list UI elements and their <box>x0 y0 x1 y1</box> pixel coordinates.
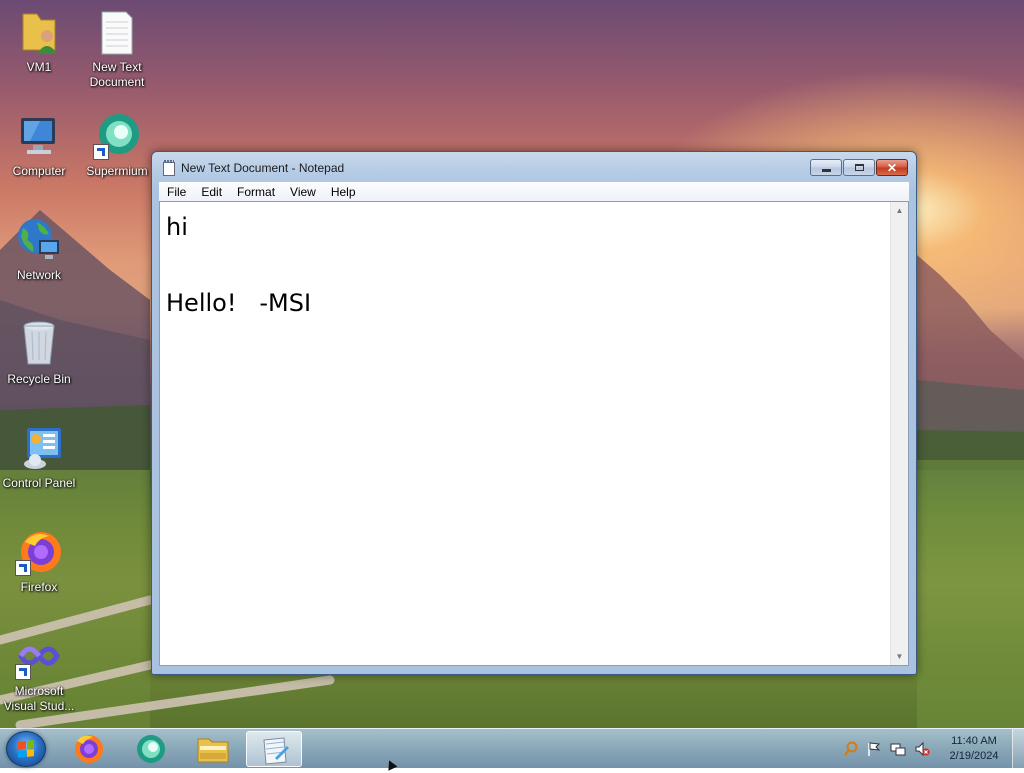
close-icon: ✕ <box>886 160 898 175</box>
start-button[interactable] <box>6 731 46 767</box>
maximize-button[interactable] <box>843 159 875 176</box>
notepad-icon <box>163 160 175 176</box>
desktop-icon-label: Computer <box>12 164 66 178</box>
desktop-icon-label: Microsoft Visual Stud... <box>3 684 75 713</box>
network-globe-icon <box>15 216 63 264</box>
close-button[interactable]: ✕ <box>876 159 908 176</box>
menu-help[interactable]: Help <box>323 185 363 199</box>
text-document-icon <box>93 8 141 56</box>
shortcut-arrow-icon <box>15 664 31 680</box>
desktop-icon-label: New Text Document <box>89 60 145 89</box>
recycle-bin-icon <box>15 320 63 368</box>
desktop-icon-label: Network <box>16 268 61 282</box>
desktop-icon-label: Supermium <box>86 164 148 178</box>
menu-bar: File Edit Format View Help <box>159 182 909 201</box>
scroll-up-arrow-icon[interactable]: ▲ <box>891 202 908 219</box>
caption-buttons: ✕ <box>809 159 908 178</box>
firefox-icon <box>15 528 63 576</box>
menu-view[interactable]: View <box>282 185 323 199</box>
desktop-icon-vm1[interactable]: VM1 <box>0 8 78 75</box>
notepad-window[interactable]: New Text Document - Notepad ✕ File Edit … <box>151 151 917 675</box>
shortcut-arrow-icon <box>15 560 31 576</box>
file-explorer-icon <box>197 738 229 763</box>
shortcut-arrow-icon <box>93 144 109 160</box>
desktop-icon-firefox[interactable]: Firefox <box>0 528 78 595</box>
desktop-icon-new-text-document[interactable]: New Text Document <box>78 8 156 90</box>
show-desktop-button[interactable] <box>1012 729 1024 769</box>
user-folder-icon <box>15 8 63 56</box>
notepad-icon <box>263 737 289 765</box>
desktop-icon-supermium[interactable]: Supermium <box>78 112 156 179</box>
system-clock[interactable]: 11:40 AM 2/19/2024 <box>944 734 1004 764</box>
desktop-icon-computer[interactable]: Computer <box>0 112 78 179</box>
clock-time: 11:40 AM <box>951 735 997 747</box>
taskbar-supermium[interactable] <box>123 731 179 767</box>
minimize-icon <box>811 160 841 175</box>
firefox-icon <box>75 735 103 763</box>
desktop-icon-network[interactable]: Network <box>0 216 78 283</box>
window-title: New Text Document - Notepad <box>181 161 345 175</box>
desktop-icon-recycle-bin[interactable]: Recycle Bin <box>0 320 78 387</box>
menu-format[interactable]: Format <box>229 185 282 199</box>
supermium-browser-icon <box>137 735 165 763</box>
supermium-browser-icon <box>93 112 141 160</box>
vertical-scrollbar[interactable]: ▲ ▼ <box>890 202 908 665</box>
windows-logo-icon <box>18 740 34 758</box>
document-text[interactable]: hi Hello! -MSI <box>166 208 311 322</box>
computer-icon <box>15 112 63 160</box>
taskbar-notepad[interactable] <box>246 731 302 767</box>
volume-muted-icon[interactable] <box>914 741 930 757</box>
title-bar[interactable]: New Text Document - Notepad ✕ <box>152 152 916 182</box>
menu-edit[interactable]: Edit <box>193 185 229 199</box>
taskbar-file-explorer[interactable] <box>185 731 241 767</box>
desktop-icon-label: Recycle Bin <box>7 372 71 386</box>
taskbar-firefox[interactable] <box>61 731 117 767</box>
scroll-down-arrow-icon[interactable]: ▼ <box>891 648 908 665</box>
action-center-flag-icon[interactable] <box>866 741 882 757</box>
control-panel-icon <box>15 424 63 472</box>
taskbar: 11:40 AM 2/19/2024 <box>0 728 1024 769</box>
desktop-icon-visual-studio[interactable]: Microsoft Visual Stud... <box>0 632 78 714</box>
desktop-icon-label: Firefox <box>20 580 58 594</box>
menu-file[interactable]: File <box>159 185 193 199</box>
maximize-icon <box>844 160 874 175</box>
visual-studio-icon <box>15 632 63 680</box>
clock-date: 2/19/2024 <box>949 750 999 762</box>
desktop-icon-label: VM1 <box>26 60 52 74</box>
search-magnifier-icon[interactable] <box>843 741 859 757</box>
network-icon[interactable] <box>890 741 906 757</box>
minimize-button[interactable] <box>810 159 842 176</box>
desktop-icon-control-panel[interactable]: Control Panel <box>0 424 78 491</box>
text-editor-area[interactable]: hi Hello! -MSI ▲ ▼ <box>159 201 909 666</box>
desktop-icon-label: Control Panel <box>2 476 76 490</box>
